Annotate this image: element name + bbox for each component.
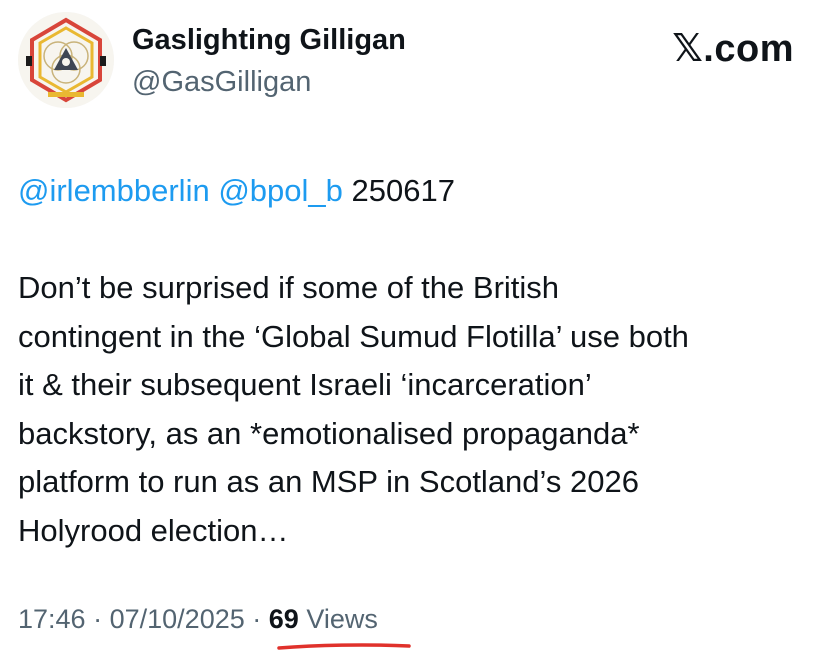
mention-line: @irlembberlin @bpol_b 250617	[18, 167, 818, 216]
post-time[interactable]: 17:46	[18, 604, 86, 634]
meta-separator: ·	[252, 604, 262, 634]
views-label[interactable]: Views	[306, 604, 378, 634]
user-handle[interactable]: @GasGilligan	[132, 66, 311, 99]
paragraph-line: Holyrood election…	[18, 512, 289, 548]
paragraph-line: it & their subsequent Israeli ‘incarcera…	[18, 367, 592, 402]
tweet-text: @irlembberlin @bpol_b 250617 Don’t be su…	[18, 167, 818, 555]
display-name[interactable]: Gaslighting Gilligan	[132, 24, 406, 57]
paragraph-line: Don’t be surprised if some of the Britis…	[18, 270, 560, 305]
paragraph-line: contingent in the ‘Global Sumud Flotilla…	[18, 318, 689, 354]
paragraph-line: backstory, as an *emotionalised propagan…	[18, 415, 640, 451]
avatar[interactable]	[18, 12, 114, 108]
geometric-emblem-avatar-icon	[18, 12, 114, 108]
tweet-header: Gaslighting Gilligan @GasGilligan 𝕏.com	[0, 0, 828, 120]
tweet-meta: 17:46 · 07/10/2025 · 69 Views	[18, 604, 378, 635]
x-com-logo: 𝕏.com	[672, 28, 794, 70]
paragraph-line: platform to run as an MSP in Scotland’s …	[18, 464, 639, 499]
meta-separator: ·	[93, 604, 103, 634]
red-underline-annotation	[277, 643, 411, 650]
mention-link[interactable]: @irlembberlin	[18, 173, 210, 208]
post-date[interactable]: 07/10/2025	[110, 604, 245, 634]
reference-code: 250617	[351, 173, 455, 208]
mention-link[interactable]: @bpol_b	[218, 173, 343, 208]
views-count[interactable]: 69	[269, 604, 299, 634]
